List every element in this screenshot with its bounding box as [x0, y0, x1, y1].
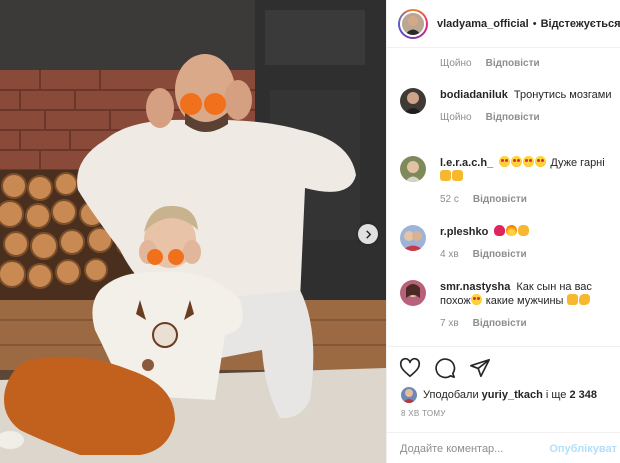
carousel-next-button[interactable] — [358, 224, 378, 244]
post-actions: Уподобали yuriy_tkach і ще 2 348 8 хв то… — [387, 346, 620, 463]
comment-time: 4 хв — [440, 249, 459, 260]
commenter-avatar[interactable] — [400, 156, 426, 182]
comment-meta: 7 хв Відповісти — [440, 318, 614, 329]
add-comment-bar: Опублікуват — [387, 432, 620, 463]
reply-button[interactable]: Відповісти — [486, 58, 540, 69]
previous-comment-meta: Щойно Відповісти — [440, 58, 540, 69]
clap-emoji-icon — [518, 225, 530, 236]
author-username[interactable]: vladyama_official — [437, 18, 529, 30]
commenter-username[interactable]: smr.nastysha — [440, 281, 510, 293]
commenter-username[interactable]: bodiadaniluk — [440, 89, 508, 101]
publish-button[interactable]: Опублікуват — [549, 443, 620, 455]
red-heart-emoji-icon — [494, 225, 506, 236]
thumbs-up-emoji-icon — [452, 170, 463, 181]
comment-bubble-icon[interactable] — [434, 357, 456, 379]
commenter-avatar[interactable] — [400, 225, 426, 251]
comment-input[interactable] — [400, 442, 550, 455]
heart-eyes-emoji-icon — [511, 156, 523, 167]
post-side-panel: vladyama_official • Відстежується Щойно … — [386, 0, 620, 463]
liker-avatar[interactable] — [401, 387, 417, 403]
fire-emoji-icon — [506, 225, 518, 236]
comment-item: smr.nastysha Как сын на вас похож какие … — [400, 280, 614, 329]
comment-text: Дуже гарні — [550, 157, 605, 169]
thumbs-up-emoji-icon — [566, 294, 578, 305]
comment-time: 7 хв — [440, 318, 459, 329]
comment-meta: 52 с Відповісти — [440, 194, 614, 205]
comment-item: l.e.r.a.c.h_ Дуже гарні 52 с Відповісти — [400, 156, 614, 205]
likes-count[interactable]: 2 348 — [569, 389, 597, 401]
reply-button[interactable]: Відповісти — [473, 318, 527, 329]
flexed-biceps-emoji-icon — [578, 294, 590, 305]
commenter-username[interactable]: r.pleshko — [440, 226, 488, 238]
chevron-right-icon — [365, 229, 371, 239]
reply-button[interactable]: Відповісти — [486, 112, 540, 123]
commenter-username[interactable]: l.e.r.a.c.h_ — [440, 157, 493, 169]
heart-eyes-emoji-icon — [470, 294, 482, 305]
thumbs-up-emoji-icon — [440, 170, 451, 181]
comment-text: Тронутись мозгами — [513, 89, 612, 101]
comment-meta: Щойно Відповісти — [440, 112, 614, 123]
comment-meta: 4 хв Відповісти — [440, 249, 614, 260]
heart-eyes-emoji-icon — [523, 156, 535, 167]
reply-button[interactable]: Відповісти — [473, 249, 527, 260]
header-separator: • — [532, 17, 537, 30]
post-timestamp[interactable]: 8 хв тому — [401, 409, 446, 418]
reply-button[interactable]: Відповісти — [473, 194, 527, 205]
comment-time: Щойно — [440, 112, 472, 123]
comment-text-continued: какие мужчины — [482, 295, 564, 307]
heart-outline-icon[interactable] — [399, 357, 421, 379]
paper-plane-icon[interactable] — [469, 357, 491, 379]
comment-time: Щойно — [440, 58, 472, 69]
post-header: vladyama_official • Відстежується — [387, 0, 620, 48]
action-icons-row — [399, 357, 491, 379]
liker-username[interactable]: yuriy_tkach — [482, 389, 543, 401]
likes-summary: Уподобали yuriy_tkach і ще 2 348 — [401, 387, 597, 403]
comment-item: r.pleshko 4 хв Відповісти — [400, 225, 614, 260]
comment-item: bodiadaniluk Тронутись мозгами Щойно Від… — [400, 88, 614, 123]
heart-eyes-emoji-icon — [535, 156, 547, 167]
commenter-avatar[interactable] — [400, 88, 426, 114]
post-photo — [0, 0, 386, 463]
comments-list: Щойно Відповісти bodiadaniluk Тронутись … — [387, 48, 620, 346]
heart-eyes-emoji-icon — [499, 156, 511, 167]
photo-illustration — [0, 0, 386, 463]
likes-prefix: Уподобали — [423, 389, 479, 401]
author-avatar[interactable] — [398, 8, 428, 39]
comment-time: 52 с — [440, 194, 459, 205]
commenter-avatar[interactable] — [400, 280, 426, 306]
likes-middle: і ще — [545, 389, 567, 401]
follow-status-button[interactable]: Відстежується — [541, 18, 620, 30]
